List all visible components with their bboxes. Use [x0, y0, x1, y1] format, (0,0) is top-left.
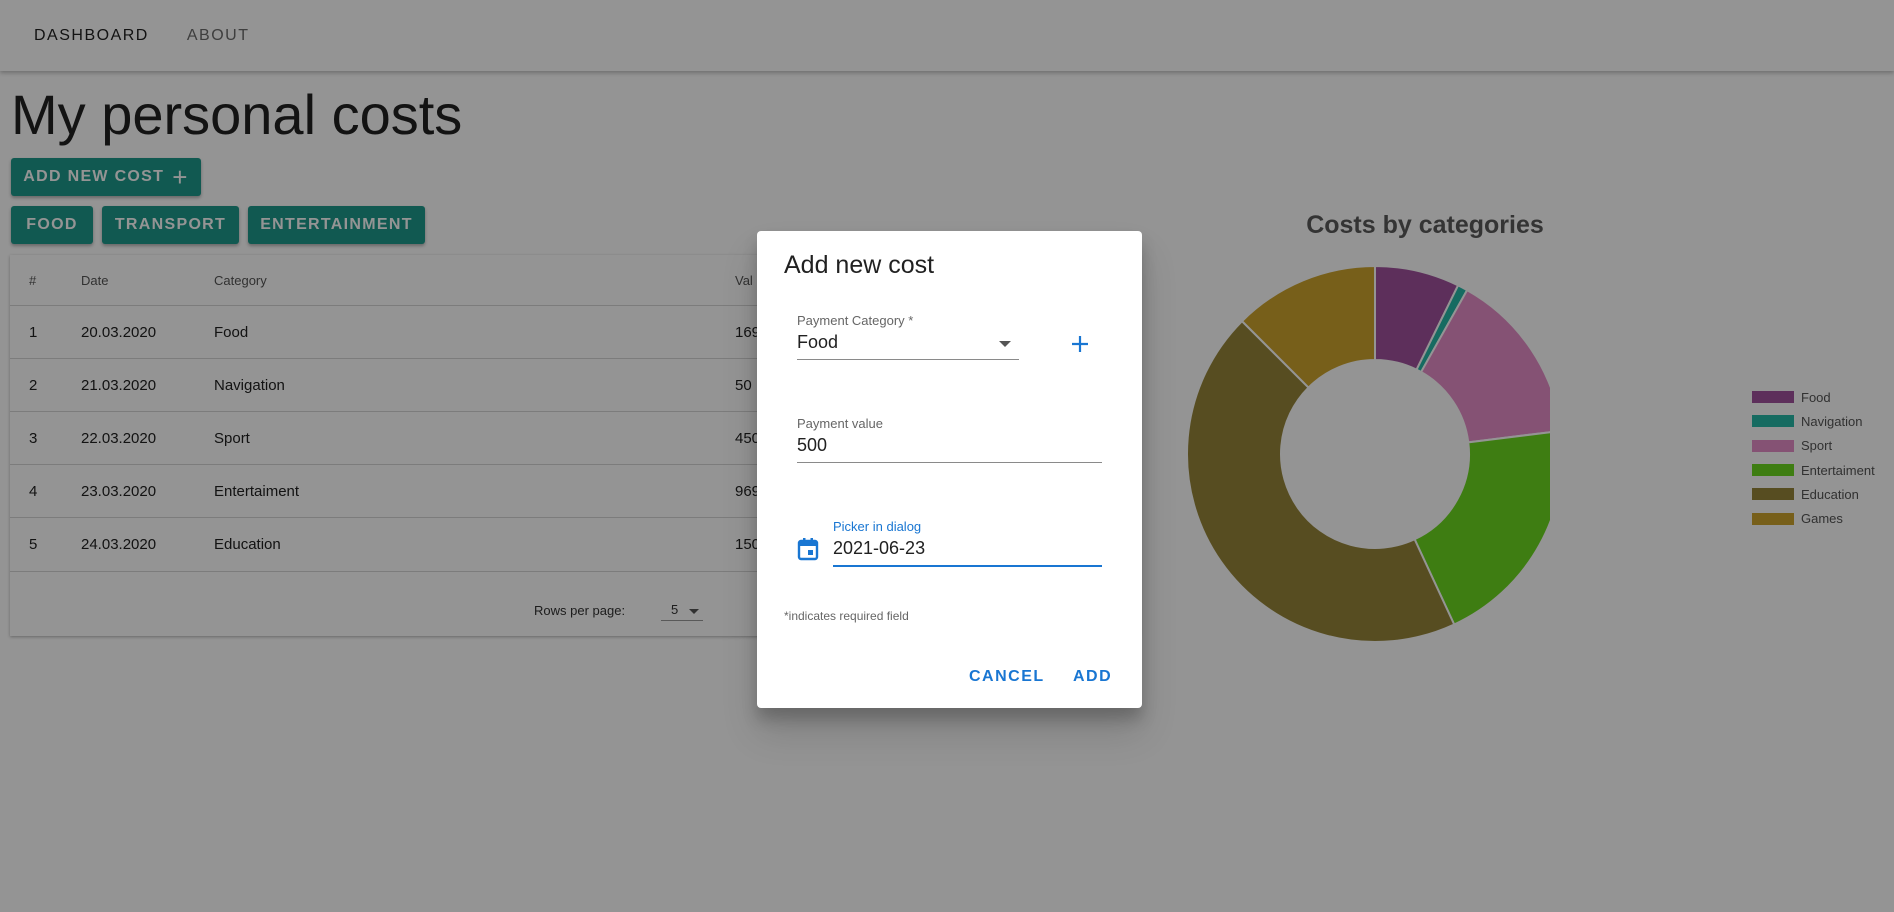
calendar-button[interactable]: [797, 537, 819, 566]
add-button[interactable]: ADD: [1073, 668, 1112, 686]
payment-value-input[interactable]: 500: [797, 435, 827, 456]
payment-value-underline: [797, 462, 1102, 463]
payment-value-label: Payment value: [797, 416, 883, 431]
calendar-icon: [797, 538, 819, 561]
chevron-down-icon[interactable]: [999, 341, 1011, 347]
date-picker-underline: [833, 565, 1102, 567]
payment-category-value: Food: [797, 332, 839, 352]
plus-icon: [1072, 336, 1088, 352]
date-picker-label: Picker in dialog: [833, 519, 922, 534]
payment-category-label: Payment Category *: [797, 313, 914, 328]
date-picker-input[interactable]: 2021-06-23: [833, 538, 925, 559]
payment-category-underline: [797, 359, 1019, 360]
add-cost-dialog: Add new cost Payment Category * Food Pay…: [757, 231, 1142, 708]
required-field-note: *indicates required field: [784, 609, 909, 623]
dialog-title: Add new cost: [784, 251, 935, 279]
add-category-button[interactable]: [1071, 335, 1089, 358]
cancel-button[interactable]: CANCEL: [969, 668, 1045, 686]
